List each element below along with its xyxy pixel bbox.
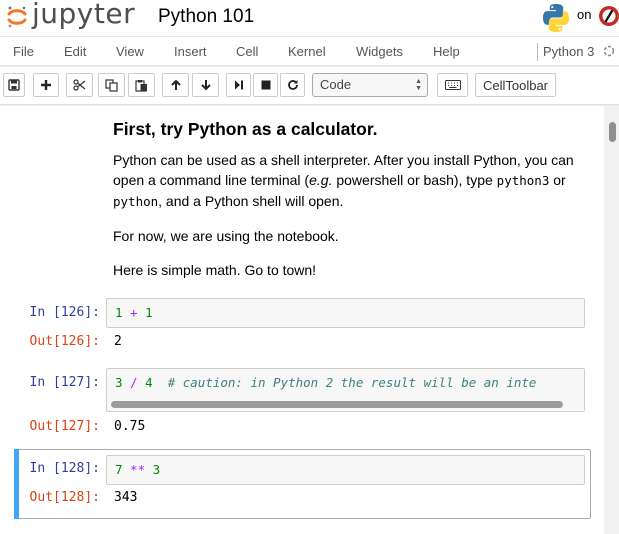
menu-kernel[interactable]: Kernel [288,44,326,59]
stop-icon [261,80,270,90]
markdown-paragraph: Python can be used as a shell interprete… [113,152,574,209]
move-down-button[interactable] [192,73,219,97]
restart-icon [287,80,298,90]
menubar: File Edit View Insert Cell Kernel Widget… [0,36,619,66]
trusted-indicator[interactable]: on [577,7,591,22]
add-cell-icon [41,80,51,90]
menu-edit[interactable]: Edit [64,44,86,59]
move-up-icon [170,79,181,90]
menu-help[interactable]: Help [433,44,460,59]
markdown-cell[interactable]: First, try Python as a calculator. Pytho… [113,117,591,280]
logout-icon[interactable] [598,5,619,27]
code-input[interactable]: 3 / 4 # caution: in Python 2 the result … [106,368,585,412]
python-logo-icon [543,4,569,32]
save-icon [8,79,20,91]
output-prompt: Out[128]: [29,490,100,505]
menu-insert[interactable]: Insert [174,44,207,59]
command-palette-button[interactable] [437,73,468,97]
header: jupyter Python 101 on [0,0,619,36]
cell-type-select[interactable]: Code ▲ ▼ [312,73,428,97]
selection-indicator [14,449,19,519]
keyboard-icon [444,80,461,90]
restart-button[interactable] [280,73,305,97]
cell-output: 343 [114,490,138,505]
cell-type-value: Code [320,77,352,92]
run-button[interactable] [226,73,251,97]
output-prompt: Out[126]: [29,334,100,349]
insert-cell-button[interactable] [33,73,59,97]
markdown-heading: First, try Python as a calculator. [113,119,378,139]
copy-button[interactable] [98,73,125,97]
jupyter-wordmark: jupyter [32,0,136,30]
jupyter-ring-icon [7,6,27,28]
toolbar: Code ▲ ▼ CellToolbar [0,67,619,105]
kernel-indicator-name: Python 3 [537,43,594,61]
markdown-paragraph: Here is simple math. Go to town! [113,262,317,278]
paste-icon [135,79,147,92]
save-button[interactable] [3,73,25,97]
vertical-scrollbar[interactable] [604,106,619,534]
code-input[interactable]: 7 ** 3 [106,455,585,485]
menu-widgets[interactable]: Widgets [356,44,403,59]
scrollbar-thumb[interactable] [609,122,616,142]
input-prompt: In [126]: [29,305,100,320]
celltoolbar-button[interactable]: CellToolbar [475,73,556,97]
move-down-icon [200,80,211,91]
notebook-container: First, try Python as a calculator. Pytho… [0,106,604,534]
output-prompt: Out[127]: [29,419,100,434]
select-arrows-icon: ▲ ▼ [415,78,422,92]
horizontal-scrollbar[interactable] [111,401,563,408]
menu-cell[interactable]: Cell [236,44,258,59]
copy-icon [105,78,118,92]
markdown-paragraph: For now, we are using the notebook. [113,228,339,244]
cut-icon [73,79,86,91]
cell-output: 0.75 [114,419,146,434]
kernel-status-icon [603,45,615,57]
code-input[interactable]: 1 + 1 [106,298,585,328]
interrupt-button[interactable] [253,73,278,97]
menu-view[interactable]: View [116,44,144,59]
menu-file[interactable]: File [13,44,34,59]
input-prompt: In [128]: [29,461,100,476]
cut-button[interactable] [66,73,93,97]
paste-button[interactable] [128,73,155,97]
run-icon [234,80,243,90]
move-up-button[interactable] [162,73,189,97]
notebook-title[interactable]: Python 101 [158,6,254,28]
cell-output: 2 [114,334,122,349]
input-prompt: In [127]: [29,375,100,390]
